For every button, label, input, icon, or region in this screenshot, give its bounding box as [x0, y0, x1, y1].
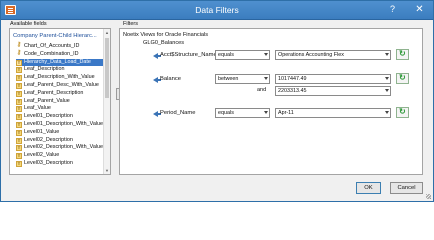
chevron-down-icon	[385, 53, 389, 56]
field-list-item[interactable]: ⚷ Code_Combination_ID	[16, 49, 108, 59]
operator-value: equals	[218, 52, 234, 58]
field-label: Hierarchy_Data_Load_Date	[24, 58, 91, 65]
field-list-item[interactable]: T Level03_Description	[16, 160, 108, 168]
value2-text: 2203313.45	[278, 88, 307, 94]
arrow-left-icon[interactable]	[153, 53, 161, 59]
filter-field-name: Acct$Structure_Name	[160, 52, 217, 58]
field-list-item[interactable]: T Level02_Value	[16, 152, 108, 160]
value-select[interactable]: Apr-11	[275, 108, 391, 118]
filters-label: Filters	[123, 21, 138, 27]
value-text: Apr-11	[278, 110, 294, 116]
field-label: Leaf_Parent_Description	[24, 89, 84, 96]
close-button[interactable]: ✕	[410, 4, 429, 16]
chevron-down-icon	[264, 111, 268, 114]
field-label: Leaf_Value	[24, 105, 51, 112]
operator-value: between	[218, 76, 239, 82]
field-list-item[interactable]: T Leaf_Value	[16, 105, 108, 113]
refresh-button[interactable]	[396, 107, 409, 118]
filter-field-name: Balance	[160, 76, 181, 82]
chevron-down-icon	[264, 53, 268, 56]
text-field-icon: T	[16, 145, 22, 152]
resize-grip-icon[interactable]	[426, 194, 431, 199]
field-label: Leaf_Description	[24, 66, 65, 73]
title-bar: Data Filters ? ✕	[1, 1, 433, 20]
chevron-down-icon	[385, 111, 389, 114]
operator-value: equals	[218, 110, 234, 116]
cancel-button[interactable]: Cancel	[390, 182, 423, 194]
field-label: Level01_Description_With_Value	[24, 120, 104, 127]
key-icon: ⚷	[16, 42, 22, 48]
help-button[interactable]: ?	[386, 4, 399, 16]
text-field-icon: T	[16, 82, 22, 89]
field-list-item[interactable]: T Level02_Description_With_Value	[16, 144, 108, 152]
text-field-icon: T	[16, 98, 22, 105]
field-label: Leaf_Description_With_Value	[24, 74, 95, 81]
chevron-down-icon	[385, 77, 389, 80]
field-icon: T	[16, 59, 22, 66]
scroll-up-icon[interactable]: ▲	[104, 29, 110, 36]
filter-field-name: Period_Name	[160, 110, 196, 116]
chevron-down-icon	[385, 89, 389, 92]
operator-select[interactable]: equals	[215, 108, 270, 118]
field-tree: ⚷ Chart_Of_Accounts_ID ⚷ Code_Combination_I…	[16, 42, 108, 168]
tree-root-item[interactable]: Company Parent-Child Hierarc...	[13, 33, 97, 39]
value2-select[interactable]: 2203313.45	[275, 86, 391, 96]
field-list-item[interactable]: T Leaf_Parent_Value	[16, 98, 108, 106]
refresh-button[interactable]	[396, 49, 409, 60]
arrow-left-icon[interactable]	[153, 111, 161, 117]
field-label: Level01_Value	[24, 128, 60, 135]
refresh-button[interactable]	[396, 73, 409, 84]
field-label: Level03_Description	[24, 159, 73, 166]
field-label: Chart_Of_Accounts_ID	[24, 43, 80, 49]
value-select[interactable]: 1017447.49	[275, 74, 391, 84]
text-field-icon: T	[16, 90, 22, 97]
field-list-item[interactable]: T Hierarchy_Data_Load_Date	[16, 58, 108, 67]
text-field-icon: T	[16, 67, 22, 74]
field-list-item[interactable]: ⚷ Chart_Of_Accounts_ID	[16, 42, 108, 51]
view-title: Noetix Views for Oracle Financials	[123, 32, 209, 38]
field-list-item[interactable]: T Level01_Description_With_Value	[16, 121, 108, 129]
field-list-item[interactable]: T Level01_Value	[16, 129, 108, 137]
text-field-icon: T	[16, 137, 22, 144]
field-list-item[interactable]: T Leaf_Description	[16, 66, 108, 74]
field-label: Level02_Description_With_Value	[24, 144, 104, 151]
value-text: Operations Accounting Flex	[278, 52, 344, 58]
chevron-down-icon	[264, 77, 268, 80]
scroll-thumb[interactable]	[105, 38, 109, 98]
field-label: Code_Combination_ID	[24, 50, 79, 57]
text-field-icon: T	[16, 75, 22, 82]
arrow-left-icon[interactable]	[153, 77, 161, 83]
text-field-icon: T	[16, 129, 22, 136]
field-label: Level01_Description	[24, 113, 73, 120]
field-label: Leaf_Parent_Value	[24, 97, 70, 104]
field-list-item[interactable]: T Leaf_Description_With_Value	[16, 74, 108, 82]
available-fields-list[interactable]: Company Parent-Child Hierarc... ⚷ Chart_O…	[9, 28, 111, 175]
and-label: and	[257, 87, 267, 93]
ok-button[interactable]: OK	[356, 182, 381, 194]
scroll-down-icon[interactable]: ▼	[104, 167, 110, 174]
text-field-icon: T	[16, 114, 22, 121]
text-field-icon: T	[16, 121, 22, 128]
field-label: Level02_Value	[24, 152, 60, 159]
text-field-icon: T	[16, 106, 22, 113]
operator-select[interactable]: equals	[215, 50, 270, 60]
value-text: 1017447.49	[278, 76, 307, 82]
operator-select[interactable]: between	[215, 74, 270, 84]
value-select[interactable]: Operations Accounting Flex	[275, 50, 391, 60]
fields-scrollbar[interactable]: ▲ ▼	[103, 29, 110, 174]
available-fields-label: Available fields	[10, 21, 47, 27]
key-icon: ⚷	[16, 49, 22, 56]
window-title: Data Filters	[195, 5, 239, 15]
text-field-icon: T	[16, 160, 22, 167]
group-title: GLG0_Balances	[143, 40, 185, 46]
field-list-item[interactable]: T Leaf_Parent_Description	[16, 90, 108, 98]
data-filters-dialog: Data Filters ? ✕ Available fields Filter…	[0, 0, 434, 202]
field-list-item[interactable]: T Level02_Description	[16, 137, 108, 145]
field-label: Level02_Description	[24, 136, 73, 143]
field-label: Leaf_Parent_Desc_With_Value	[24, 81, 99, 88]
text-field-icon: T	[16, 153, 22, 160]
field-list-item[interactable]: T Leaf_Parent_Desc_With_Value	[16, 82, 108, 90]
field-list-item[interactable]: T Level01_Description	[16, 113, 108, 121]
filters-panel: Noetix Views for Oracle Financials GLG0_…	[119, 28, 423, 175]
